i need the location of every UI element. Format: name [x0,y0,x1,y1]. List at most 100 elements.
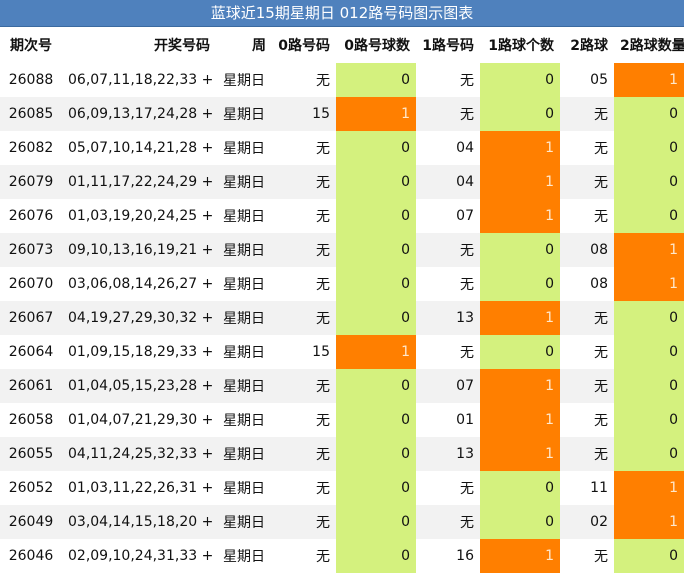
cell-route2-count: 0 [614,97,684,131]
cell-route2-code: 无 [560,437,614,471]
cell-week: 星期日 [216,165,272,199]
cell-week: 星期日 [216,233,272,267]
cell-route0-count: 1 [336,97,416,131]
table-row: 2607901,11,17,22,24,29 + 04星期日无0041无0 [0,165,684,199]
cell-week: 星期日 [223,141,265,157]
table-row: 2606704,19,27,29,30,32 + 13星期日无0131无0 [0,301,684,335]
cell-week: 星期日 [216,505,272,539]
cell-issue: 26058 [8,412,54,428]
table-row: 2607601,03,19,20,24,25 + 07星期日无0071无0 [0,199,684,233]
cell-numbers: 01,11,17,22,24,29 + 04 [62,165,216,199]
cell-route1-count: 0 [480,505,560,539]
cell-route1-count: 0 [480,335,560,369]
cell-route2-count: 1 [614,63,684,97]
table-body: 2608806,07,11,18,22,33 + 05星期日无0无0051260… [0,63,684,573]
cell-route2-count: 0 [614,539,684,573]
cell-numbers: 01,04,05,15,23,28 + 07 [62,369,216,403]
cell-issue: 26088 [8,72,54,88]
cell-route1-count: 1 [480,437,560,471]
cell-route0-count: 0 [336,131,416,165]
cell-route2-count: 0 [614,131,684,165]
cell-route0-code: 无 [272,301,336,335]
cell-route2-code: 02 [560,505,614,539]
table-row: 2607003,06,08,14,26,27 + 08星期日无0无0081 [0,267,684,301]
cell-numbers: 06,09,13,17,24,28 + 15 [62,97,216,131]
cell-route1-count: 1 [480,369,560,403]
cell-route1-count: 0 [480,97,560,131]
cell-route1-code: 无 [416,233,480,267]
header-route0-count: 0路号球数 [336,27,416,63]
cell-route0-code: 无 [272,437,336,471]
cell-issue: 26085 [0,97,62,131]
cell-route2-count: 1 [614,233,684,267]
cell-route1-count: 1 [480,403,560,437]
cell-week: 星期日 [223,549,265,565]
cell-route0-count: 0 [336,165,416,199]
cell-route2-count: 1 [614,505,684,539]
cell-week: 星期日 [223,73,265,89]
cell-numbers: 02,09,10,24,31,33 + 16 [68,548,216,564]
header-issue: 期次号 [0,27,62,63]
cell-week: 星期日 [223,481,265,497]
cell-route2-code: 08 [560,233,614,267]
cell-route1-code: 13 [416,301,480,335]
cell-issue: 26052 [8,480,54,496]
cell-numbers: 01,03,19,20,24,25 + 07 [68,208,216,224]
cell-route1-code: 01 [456,412,474,428]
cell-week: 星期日 [216,437,272,471]
cell-route1-code: 13 [416,437,480,471]
table-row: 2608205,07,10,14,21,28 + 04星期日无0041无0 [0,131,684,165]
cell-route0-code: 15 [272,97,336,131]
cell-numbers: 03,04,14,15,18,20 + 02 [62,505,216,539]
table-row: 2604903,04,14,15,18,20 + 02星期日无0无0021 [0,505,684,539]
cell-route0-code: 无 [316,481,330,497]
cell-route2-code: 无 [594,413,608,429]
cell-route2-code: 无 [594,209,608,225]
table-row: 2608506,09,13,17,24,28 + 15星期日151无0无0 [0,97,684,131]
cell-route0-count: 0 [336,63,416,97]
cell-issue: 26067 [0,301,62,335]
cell-numbers: 04,11,24,25,32,33 + 13 [62,437,216,471]
table-row: 2605201,03,11,22,26,31 + 11星期日无0无0111 [0,471,684,505]
cell-route1-code: 04 [416,165,480,199]
header-row: 期次号 开奖号码 周 0路号码 0路号球数 1路号码 1路球个数 2路球 2路球… [0,27,684,63]
route-table: 期次号 开奖号码 周 0路号码 0路号球数 1路号码 1路球个数 2路球 2路球… [0,27,684,573]
cell-issue: 26049 [0,505,62,539]
cell-route1-count: 1 [480,131,560,165]
table-row: 2608806,07,11,18,22,33 + 05星期日无0无0051 [0,63,684,97]
cell-route1-code: 无 [416,97,480,131]
cell-week: 星期日 [216,301,272,335]
cell-route0-code: 无 [272,369,336,403]
cell-route2-code: 05 [590,72,608,88]
cell-numbers: 09,10,13,16,19,21 + 08 [62,233,216,267]
cell-numbers: 01,03,11,22,26,31 + 11 [68,480,216,496]
header-route0-code: 0路号码 [272,27,336,63]
cell-issue: 26076 [8,208,54,224]
cell-route1-code: 07 [456,208,474,224]
table-row: 2607309,10,13,16,19,21 + 08星期日无0无0081 [0,233,684,267]
cell-route1-code: 16 [456,548,474,564]
cell-route1-count: 0 [480,63,560,97]
header-week: 周 [216,27,272,63]
cell-route0-code: 无 [316,277,330,293]
cell-week: 星期日 [223,209,265,225]
page-title: 蓝球近15期星期日 012路号码图示图表 [0,0,684,27]
cell-route2-code: 无 [594,549,608,565]
cell-route1-count: 1 [480,539,560,573]
cell-route2-count: 1 [614,471,684,505]
table-row: 2605801,04,07,21,29,30 + 01星期日无0011无0 [0,403,684,437]
cell-numbers: 03,06,08,14,26,27 + 08 [68,276,216,292]
cell-week: 星期日 [216,97,272,131]
cell-numbers: 01,04,07,21,29,30 + 01 [68,412,216,428]
cell-issue: 26070 [8,276,54,292]
cell-route0-count: 1 [336,335,416,369]
cell-issue: 26061 [0,369,62,403]
header-numbers: 开奖号码 [62,27,216,63]
cell-issue: 26082 [8,140,54,156]
cell-route2-count: 0 [614,301,684,335]
cell-route0-code: 无 [272,505,336,539]
cell-route0-count: 0 [336,539,416,573]
cell-route0-code: 无 [272,233,336,267]
cell-route2-code: 08 [590,276,608,292]
cell-route2-count: 0 [614,165,684,199]
